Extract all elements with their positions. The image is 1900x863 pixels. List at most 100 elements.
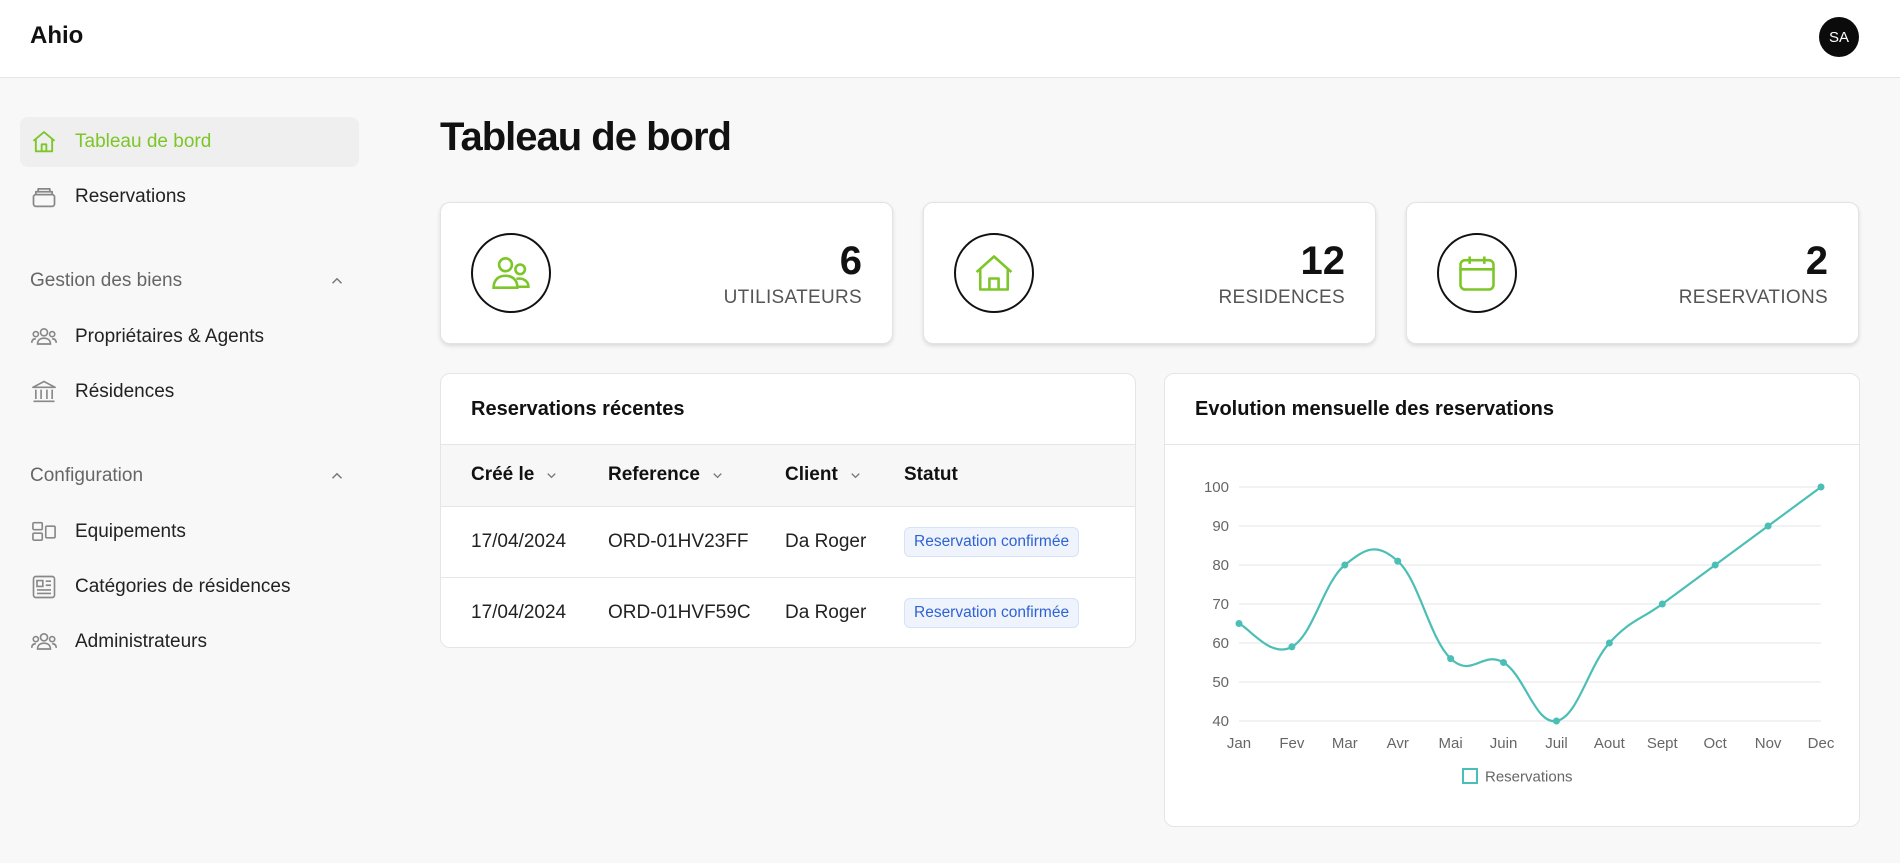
chevron-down-icon xyxy=(547,472,557,479)
x-tick-label: Oct xyxy=(1704,735,1728,752)
x-tick-label: Nov xyxy=(1755,735,1782,752)
chevron-down-icon xyxy=(713,472,722,479)
section-configuration[interactable]: Configuration xyxy=(30,461,350,491)
data-point xyxy=(1605,639,1613,647)
section-title: Gestion des biens xyxy=(30,270,183,291)
data-point xyxy=(1658,600,1666,608)
x-tick-label: Fev xyxy=(1279,735,1305,752)
page-title: Tableau de bord xyxy=(440,115,732,159)
line-chart: 40 50 60 70 80 90 100 Jan Fev Mar Avr Mai Juin Juil Ao… xyxy=(1204,479,1835,786)
home-icon xyxy=(975,255,1013,291)
section-title: Configuration xyxy=(30,465,144,486)
sidebar-item-proprietaires-agents[interactable]: Propriétaires & Agents xyxy=(20,312,359,362)
users-icon xyxy=(30,323,58,351)
sidebar-item-label: Résidences xyxy=(75,381,175,402)
chart-body: 40 50 60 70 80 90 100 Jan Fev Mar Avr Mai Juin Juil Ao… xyxy=(1165,445,1859,826)
sidebar-item-administrateurs[interactable]: Administrateurs xyxy=(20,617,359,667)
stat-card-utilisateurs: 6 UTILISATEURS xyxy=(440,202,893,344)
data-point xyxy=(1552,717,1560,725)
stat-icon-circle xyxy=(1437,233,1517,313)
stat-icon-circle xyxy=(471,233,551,313)
stack-icon xyxy=(30,183,58,211)
user-avatar[interactable]: SA xyxy=(1819,17,1859,57)
sidebar-item-categories-residences[interactable]: Catégories de résidences xyxy=(20,562,359,612)
stat-icon-circle xyxy=(954,233,1034,313)
sidebar-item-label: Catégories de résidences xyxy=(75,576,291,597)
cell-date: 17/04/2024 xyxy=(471,601,567,623)
column-label: Client xyxy=(785,464,838,486)
sidebar-item-label: Tableau de bord xyxy=(75,131,212,152)
y-tick-label: 50 xyxy=(1212,674,1229,691)
x-tick-label: Mar xyxy=(1332,735,1358,752)
sidebar: Tableau de bord Reservations Gestion des… xyxy=(0,79,380,863)
status-badge: Reservation confirmée xyxy=(904,526,1080,557)
x-tick-label: Jan xyxy=(1227,735,1251,752)
cell-reference: ORD-01HV23FF xyxy=(608,506,785,578)
x-tick-label: Dec xyxy=(1808,735,1835,752)
bank-icon xyxy=(30,378,58,406)
section-gestion-des-biens[interactable]: Gestion des biens xyxy=(30,266,350,296)
cell-status: Reservation confirmée xyxy=(904,506,1135,578)
column-header-created[interactable]: Créé le xyxy=(441,445,608,507)
users-icon xyxy=(30,628,58,656)
stat-value: 6 xyxy=(839,239,862,283)
chevron-up-icon xyxy=(331,472,343,479)
sidebar-item-reservations[interactable]: Reservations xyxy=(20,172,359,222)
cell-client: Da Roger xyxy=(785,601,867,623)
data-point xyxy=(1288,643,1296,651)
y-tick-label: 90 xyxy=(1212,518,1229,535)
chevron-down-icon xyxy=(851,472,860,479)
calendar-icon xyxy=(1459,256,1495,291)
table-row[interactable]: 17/04/2024 ORD-01HV23FF Da Roger Reserva… xyxy=(441,506,1135,578)
data-point xyxy=(1817,483,1825,491)
cell-reference: ORD-01HVF59C xyxy=(608,601,751,623)
sidebar-item-label: Equipements xyxy=(75,521,186,542)
cell-status: Reservation confirmée xyxy=(904,577,1135,647)
sidebar-item-dashboard[interactable]: Tableau de bord xyxy=(20,117,359,167)
layout-icon xyxy=(30,518,58,546)
app-brand[interactable]: Ahio xyxy=(30,22,83,50)
stat-label: UTILISATEURS xyxy=(723,287,862,308)
cell-date: 17/04/2024 xyxy=(441,506,608,578)
x-tick-label: Juil xyxy=(1545,735,1568,752)
data-point xyxy=(1341,561,1349,569)
stat-label: RESERVATIONS xyxy=(1678,287,1828,308)
data-point xyxy=(1447,655,1455,663)
home-icon xyxy=(30,128,58,156)
y-tick-label: 80 xyxy=(1212,557,1229,574)
sidebar-item-label: Reservations xyxy=(75,186,186,207)
stat-card-reservations: 2 RESERVATIONS xyxy=(1406,202,1859,344)
y-tick-label: 70 xyxy=(1212,596,1229,613)
y-tick-label: 40 xyxy=(1212,713,1229,730)
column-label: Statut xyxy=(904,464,958,486)
column-header-status: Statut xyxy=(904,445,1135,507)
sidebar-item-residences[interactable]: Résidences xyxy=(20,367,359,417)
top-bar: Ahio SA xyxy=(0,0,1900,78)
y-tick-label: 100 xyxy=(1204,479,1229,496)
data-point xyxy=(1394,557,1402,565)
chart-title: Evolution mensuelle des reservations xyxy=(1165,374,1859,445)
column-header-reference[interactable]: Reference xyxy=(608,445,785,507)
data-point xyxy=(1500,659,1508,666)
legend-label: Reservations xyxy=(1485,769,1573,786)
sidebar-item-equipements[interactable]: Equipements xyxy=(20,507,359,557)
column-header-client[interactable]: Client xyxy=(785,445,904,507)
recent-reservations-panel: Reservations récentes Créé le Reference … xyxy=(440,373,1136,648)
chevron-up-icon xyxy=(331,277,343,284)
cell-client: Da Roger xyxy=(785,506,904,578)
monthly-chart-panel: Evolution mensuelle des reservations 40 5… xyxy=(1164,373,1860,827)
stat-value: 12 xyxy=(1300,239,1346,283)
stat-label: RESIDENCES xyxy=(1218,287,1345,308)
data-point xyxy=(1235,620,1243,627)
panel-title: Reservations récentes xyxy=(441,374,1135,445)
stat-card-residences: 12 RESIDENCES xyxy=(923,202,1376,344)
table-header-row: Créé le Reference Client Statut xyxy=(441,445,1135,507)
reservations-table: Créé le Reference Client Statut 17/04/20… xyxy=(441,445,1135,647)
x-tick-label: Aout xyxy=(1594,735,1626,752)
x-tick-label: Juin xyxy=(1490,735,1518,752)
users-icon xyxy=(492,257,530,289)
column-label: Créé le xyxy=(471,464,535,486)
data-point xyxy=(1711,561,1719,569)
table-row[interactable]: 17/04/2024 ORD-01HVF59C Da Roger Reserva… xyxy=(441,577,1135,647)
x-tick-label: Mai xyxy=(1439,735,1463,752)
